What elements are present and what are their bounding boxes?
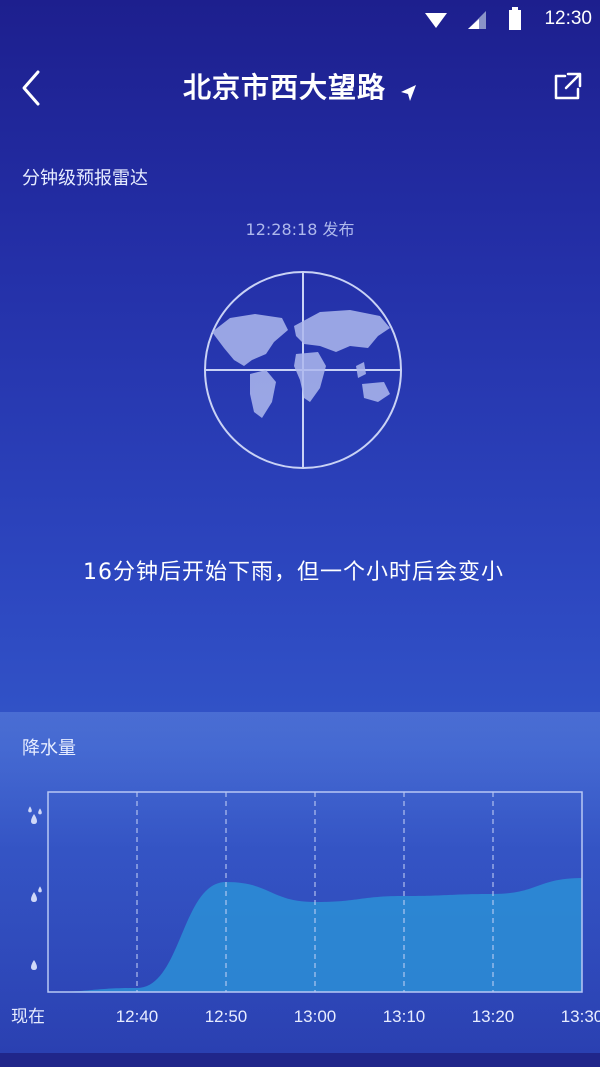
x-tick-label: 12:40 (116, 1007, 159, 1026)
bottom-bar (0, 1053, 600, 1067)
raindrop-icon (31, 960, 37, 970)
radar-section-title: 分钟级预报雷达 (22, 168, 148, 189)
signal-icon (468, 11, 486, 29)
title-bar: 北京市西大望路 (0, 66, 600, 106)
battery-icon (509, 7, 521, 30)
x-tick-label: 13:00 (294, 1007, 337, 1026)
share-button[interactable] (550, 70, 584, 104)
location-arrow-icon (401, 84, 417, 101)
status-time: 12:30 (544, 8, 592, 29)
page-title: 北京市西大望路 (182, 71, 386, 104)
share-icon (554, 72, 582, 100)
raindrop-icon (28, 806, 42, 824)
radar-map[interactable] (200, 270, 410, 475)
status-bar: 12:30 (0, 0, 600, 42)
header: 北京市西大望路 (0, 52, 600, 122)
publish-time: 12:28:18 发布 (245, 220, 355, 239)
x-tick-label: 13:20 (472, 1007, 515, 1026)
raindrop-icon (31, 886, 42, 902)
x-tick-label: 现在 (11, 1007, 45, 1026)
x-tick-label: 13:10 (383, 1007, 426, 1026)
x-tick-label: 13:30 (561, 1007, 600, 1026)
wifi-icon (425, 13, 447, 28)
x-tick-label: 12:50 (205, 1007, 248, 1026)
precip-chart: 现在 12:40 12:50 13:00 13:10 13:20 13:30 (11, 791, 600, 1026)
forecast-summary: 16分钟后开始下雨，但一个小时后会变小 (83, 560, 504, 585)
globe-icon (204, 271, 402, 469)
precip-section-title: 降水量 (22, 738, 76, 759)
